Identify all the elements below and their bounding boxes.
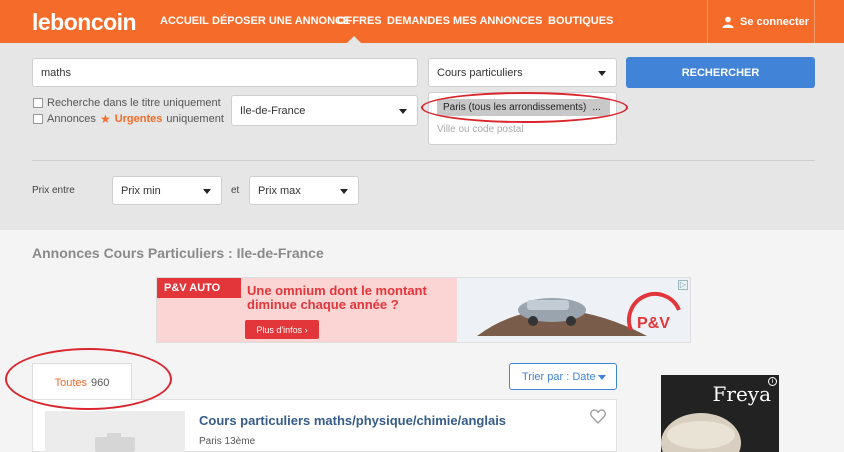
category-select[interactable]: Cours particuliers (428, 58, 617, 87)
search-input[interactable]: maths (32, 58, 418, 87)
price-max-value: Prix max (258, 184, 301, 197)
star-icon: ★ (99, 112, 111, 126)
nav-offres[interactable]: OFFRES (337, 15, 382, 27)
banner-ad[interactable]: P&V AUTO Une omnium dont le montant dimi… (156, 277, 691, 343)
site-logo[interactable]: leboncoin (32, 9, 137, 36)
login-label: Se connecter (740, 15, 810, 28)
nav-accueil[interactable]: ACCUEIL (160, 15, 209, 27)
chevron-down-icon (203, 188, 211, 194)
nav-boutiques[interactable]: BOUTIQUES (548, 15, 613, 27)
ad-info-icon[interactable]: i (768, 377, 777, 386)
ad-headline: Une omnium dont le montant diminue chaqu… (247, 284, 427, 312)
listing-title[interactable]: Cours particuliers maths/physique/chimie… (199, 413, 506, 428)
chevron-down-icon (340, 188, 348, 194)
ad-brand-logo: P&V (627, 292, 681, 332)
urgent-suffix: uniquement (166, 113, 224, 125)
search-divider (32, 160, 815, 161)
urgent-only-checkbox[interactable] (33, 114, 43, 124)
chevron-down-icon (399, 108, 407, 114)
top-navigation-bar: leboncoin ACCUEIL DÉPOSER UNE ANNONCE OF… (0, 0, 844, 43)
ad-info-icon[interactable]: ▷ (678, 280, 688, 290)
side-ad[interactable]: Freya i (661, 375, 779, 452)
side-ad-brand: Freya (712, 382, 772, 406)
ad-headline-line-2: diminue chaque année ? (247, 297, 399, 312)
price-min-select[interactable]: Prix min (112, 176, 222, 205)
title-only-checkbox[interactable] (33, 98, 43, 108)
nav-deposer-annonce[interactable]: DÉPOSER UNE ANNONCE (212, 15, 350, 27)
active-nav-indicator (347, 36, 361, 43)
location-placeholder: Ville ou code postal (437, 124, 524, 135)
listing-thumbnail[interactable] (45, 411, 185, 452)
annotation-oval-location (421, 92, 628, 123)
heart-icon[interactable] (590, 409, 606, 424)
results-heading: Annonces Cours Particuliers : Ile-de-Fra… (32, 245, 324, 261)
annotation-oval-count (5, 348, 172, 410)
price-max-select[interactable]: Prix max (249, 176, 359, 205)
urgent-only-option[interactable]: Annonces ★ Urgentes uniquement (33, 112, 224, 126)
price-label: Prix entre (32, 185, 75, 196)
listing-location: Paris 13ème (199, 436, 256, 447)
title-only-label: Recherche dans le titre uniquement (47, 97, 221, 109)
nav-mes-annonces[interactable]: MES ANNONCES (453, 15, 542, 27)
ad-logo-text: P&V (637, 315, 670, 332)
price-min-value: Prix min (121, 184, 161, 197)
category-value: Cours particuliers (437, 66, 523, 79)
camera-icon (95, 433, 135, 452)
ad-brand-label: P&V AUTO (157, 278, 241, 298)
chevron-down-icon (598, 374, 606, 380)
region-select[interactable]: Ile-de-France (231, 95, 418, 126)
nav-divider (814, 0, 815, 43)
ad-headline-line-1: Une omnium dont le montant (247, 283, 427, 298)
sort-label: Trier par : Date (522, 370, 596, 383)
ad-cta-button[interactable]: Plus d'infos › (245, 320, 319, 339)
user-icon (722, 16, 734, 28)
sort-select[interactable]: Trier par : Date (509, 363, 617, 390)
region-value: Ile-de-France (240, 104, 306, 117)
nav-demandes[interactable]: DEMANDES (387, 15, 450, 27)
price-and-label: et (231, 185, 240, 196)
search-button[interactable]: RECHERCHER (626, 57, 815, 88)
chevron-down-icon (598, 70, 606, 76)
urgent-prefix: Annonces (47, 113, 96, 125)
login-button[interactable]: Se connecter (707, 0, 809, 43)
title-only-option[interactable]: Recherche dans le titre uniquement (33, 97, 221, 109)
urgent-word: Urgentes (114, 113, 163, 125)
